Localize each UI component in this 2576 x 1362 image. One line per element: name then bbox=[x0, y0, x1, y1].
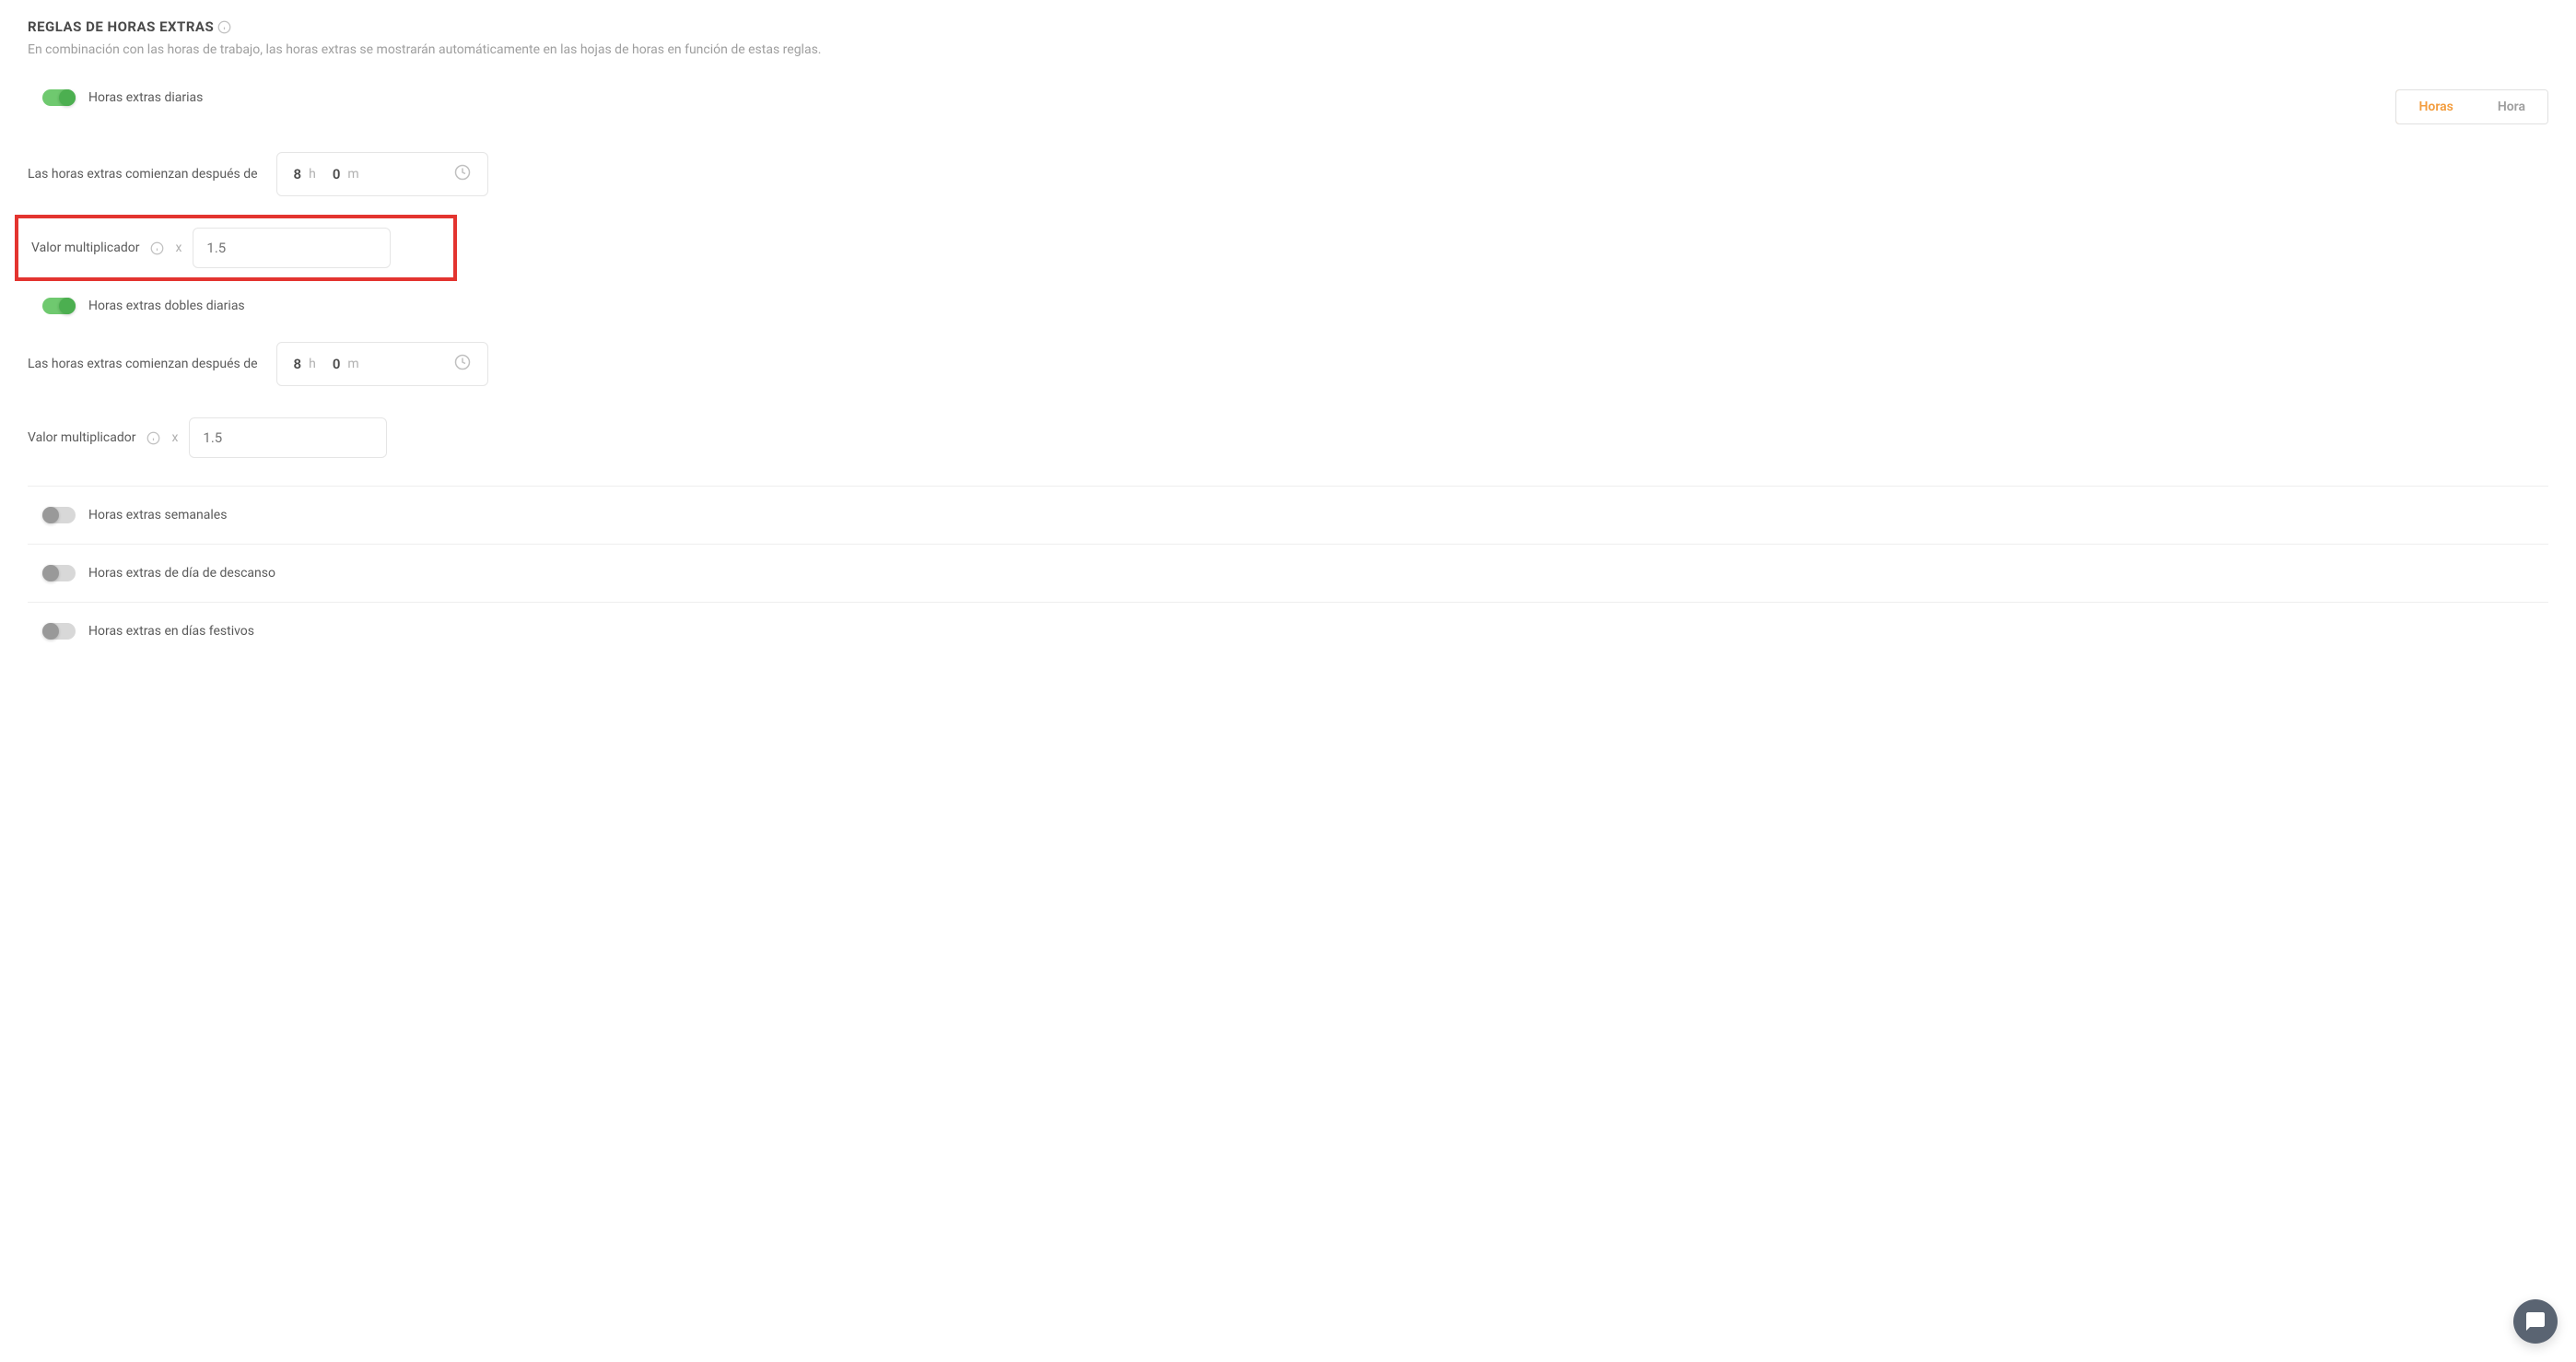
clock-icon bbox=[454, 164, 471, 184]
toggle-daily-overtime-label: Horas extras diarias bbox=[88, 90, 203, 105]
minutes-unit: m bbox=[347, 357, 358, 371]
daily-time-input[interactable]: 8 h 0 m bbox=[276, 152, 488, 196]
segment-horas[interactable]: Horas bbox=[2395, 89, 2476, 124]
daily-double-start-label: Las horas extras comienzan después de bbox=[28, 357, 258, 371]
daily-double-minutes-value: 0 bbox=[333, 356, 341, 372]
multiply-symbol: x bbox=[171, 430, 178, 445]
section-title-text: REGLAS DE HORAS EXTRAS bbox=[28, 18, 214, 35]
daily-double-hours-value: 8 bbox=[294, 356, 302, 372]
daily-hours-value: 8 bbox=[294, 166, 302, 182]
toggle-restday-label: Horas extras de día de descanso bbox=[88, 566, 275, 581]
toggle-weekly-overtime[interactable] bbox=[42, 507, 76, 523]
daily-double-multiplier-label: Valor multiplicador bbox=[28, 430, 135, 445]
daily-double-time-input[interactable]: 8 h 0 m bbox=[276, 342, 488, 386]
toggle-holiday-overtime[interactable] bbox=[42, 623, 76, 640]
toggle-daily-double-overtime[interactable] bbox=[42, 298, 76, 314]
segmented-control: Horas Hora bbox=[2395, 89, 2548, 124]
section-title: REGLAS DE HORAS EXTRAS bbox=[28, 18, 2548, 35]
daily-multiplier-label: Valor multiplicador bbox=[31, 241, 139, 255]
daily-start-label: Las horas extras comienzan después de bbox=[28, 167, 258, 182]
daily-double-multiplier-row: Valor multiplicador x bbox=[28, 412, 2548, 464]
info-icon[interactable] bbox=[150, 241, 164, 255]
info-icon[interactable] bbox=[217, 20, 231, 34]
toggle-restday-overtime[interactable] bbox=[42, 565, 76, 581]
chat-icon bbox=[2524, 1310, 2547, 1333]
clock-icon bbox=[454, 354, 471, 374]
minutes-unit: m bbox=[347, 167, 358, 182]
hours-unit: h bbox=[309, 357, 316, 371]
info-icon[interactable] bbox=[146, 431, 160, 445]
toggle-holiday-label: Horas extras en días festivos bbox=[88, 624, 254, 639]
hours-unit: h bbox=[309, 167, 316, 182]
daily-multiplier-input[interactable] bbox=[193, 228, 391, 268]
daily-multiplier-row-highlighted: Valor multiplicador x bbox=[15, 215, 457, 281]
chat-button[interactable] bbox=[2513, 1299, 2558, 1344]
toggle-weekly-label: Horas extras semanales bbox=[88, 508, 227, 522]
toggle-daily-overtime[interactable] bbox=[42, 89, 76, 106]
segment-hora[interactable]: Hora bbox=[2476, 90, 2547, 123]
daily-double-multiplier-input[interactable] bbox=[189, 417, 387, 458]
daily-minutes-value: 0 bbox=[333, 166, 341, 182]
section-description: En combinación con las horas de trabajo,… bbox=[28, 42, 2548, 57]
multiply-symbol: x bbox=[175, 241, 181, 255]
toggle-daily-double-label: Horas extras dobles diarias bbox=[88, 299, 245, 313]
